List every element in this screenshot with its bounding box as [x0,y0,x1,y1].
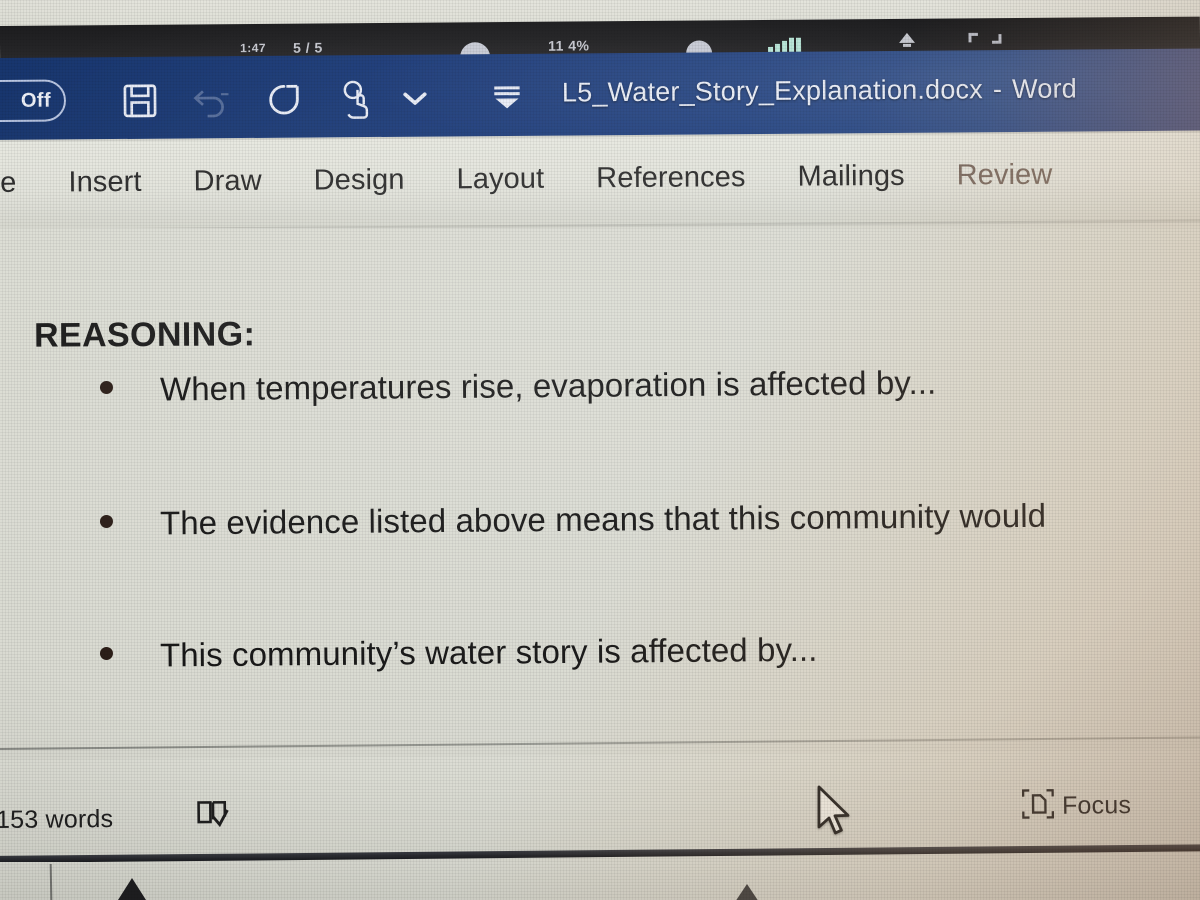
ribbon-tabs: me Insert Draw Design Layout References … [0,143,1079,214]
tab-draw[interactable]: Draw [167,164,287,198]
tab-mailings[interactable]: Mailings [771,159,930,193]
tab-design[interactable]: Design [288,163,431,197]
bullet-text: When temperatures rise, evaporation is a… [159,363,937,408]
save-button[interactable] [104,77,176,126]
expand-icon [968,31,1002,50]
document-canvas[interactable]: REASONING: When temperatures rise, evapo… [0,228,1200,740]
quick-access-toolbar [104,74,530,125]
device-strip-item-1: 5 / 5 [292,39,323,56]
document-heading: REASONING: [33,315,256,355]
bullet-text: This community’s water story is affected… [159,630,818,674]
device-strip-item-2: 11 4% [547,37,590,54]
screen-bottom-bezel [0,862,1200,900]
proofing-errors-icon[interactable] [196,798,230,835]
word-title-bar: Off L5_Water_Story_Explanation.docx - Wo… [0,48,1200,144]
redo-button[interactable] [248,75,320,124]
bullet-point-icon [99,646,114,660]
undo-button[interactable] [176,76,248,125]
list-item[interactable]: This community’s water story is affected… [99,630,818,675]
document-title: L5_Water_Story_Explanation.docx - Word [562,73,1077,108]
document-file-name: L5_Water_Story_Explanation.docx [561,74,984,108]
customize-quick-access-toolbar[interactable] [484,74,530,122]
title-separator: - [992,74,1003,105]
bullet-point-icon [99,380,114,394]
bullet-point-icon [99,514,114,528]
mouse-cursor [815,785,855,842]
bottom-artifact-shape-left [118,878,146,900]
app-name: Word [1011,73,1078,105]
device-strip-item-0: 1:47 [239,40,267,56]
tab-review[interactable]: Review [931,158,1079,192]
touch-mode-dropdown[interactable] [392,75,438,123]
screen-photo: 1:47 5 / 5 11 4% Off L5_Water_Story_Expl… [0,0,1200,900]
focus-mode-label: Focus [1061,791,1132,820]
autosave-toggle[interactable]: Off [0,79,67,123]
tab-layout[interactable]: Layout [430,162,570,196]
autosave-label: Off [20,89,52,112]
tab-references[interactable]: References [570,160,772,195]
status-bar: 153 words Focus [0,749,1200,858]
tab-insert[interactable]: Insert [42,165,167,199]
ribbon-tab-bar: me Insert Draw Design Layout References … [0,130,1200,232]
tab-home[interactable]: me [0,166,43,200]
bullet-text: The evidence listed above means that thi… [159,496,1047,542]
word-count[interactable]: 153 words [0,805,113,835]
focus-mode-button[interactable]: Focus [1021,788,1132,824]
list-item[interactable]: When temperatures rise, evaporation is a… [99,363,937,409]
touch-mouse-mode-button[interactable] [320,75,392,124]
list-item[interactable]: The evidence listed above means that thi… [99,496,1047,543]
bottom-artifact-shape-center [735,884,759,900]
focus-mode-icon [1021,789,1055,824]
